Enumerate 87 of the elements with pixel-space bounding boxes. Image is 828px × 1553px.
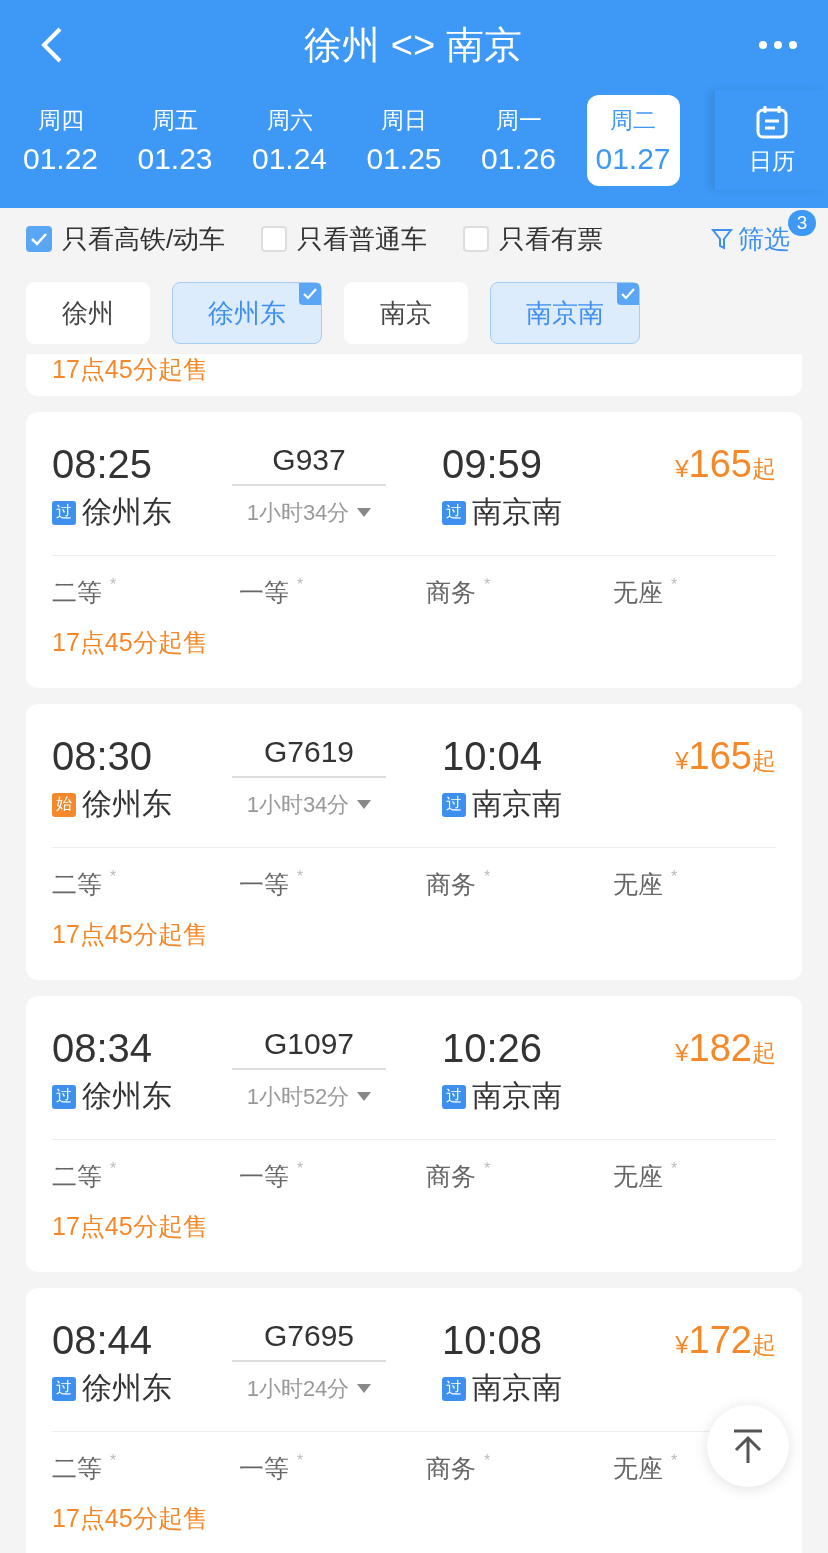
departure-time: 08:34 bbox=[52, 1026, 154, 1070]
filter-checkbox[interactable]: 只看高铁/动车 bbox=[26, 221, 226, 257]
station-name: 南京南 bbox=[472, 494, 562, 530]
station-name: 徐州东 bbox=[82, 1370, 172, 1406]
seat-class: 二等 * bbox=[52, 868, 118, 900]
duration-toggle[interactable]: 1小时34分 bbox=[232, 497, 386, 528]
filter-checkbox[interactable]: 只看有票 bbox=[463, 221, 604, 257]
sale-time: 17点45分起售 bbox=[52, 919, 209, 949]
page-title: 徐州 <> 南京 bbox=[304, 22, 522, 68]
filter-icon bbox=[710, 227, 734, 251]
seat-class: 一等 * bbox=[239, 868, 305, 900]
caret-icon bbox=[357, 1384, 372, 1393]
date-tab[interactable]: 周五 01.23 bbox=[128, 94, 222, 186]
price: ¥172起 bbox=[675, 1319, 776, 1362]
station-name: 徐州东 bbox=[82, 494, 172, 530]
station-name: 徐州东 bbox=[82, 786, 172, 822]
station-name: 南京南 bbox=[472, 1078, 562, 1114]
station-badge: 过 bbox=[442, 500, 466, 525]
arrival-time: 10:08 bbox=[442, 1318, 544, 1362]
caret-icon bbox=[357, 800, 372, 809]
train-card[interactable]: 08:25 G937 09:59 ¥165起 过 徐州东 1小时34分 过 南京南 二等 * 一等 * 商务 * 无座 * 17点45分起售 bbox=[26, 412, 802, 688]
duration-toggle[interactable]: 1小时24分 bbox=[232, 1373, 386, 1404]
sale-time: 17点45分起售 bbox=[52, 627, 209, 657]
price: ¥165起 bbox=[675, 735, 776, 778]
train-number: G7619 bbox=[262, 734, 356, 770]
station-name: 南京南 bbox=[472, 786, 562, 822]
station-badge: 过 bbox=[442, 1376, 466, 1401]
arrival-time: 09:59 bbox=[442, 442, 544, 486]
station-badge: 始 bbox=[52, 792, 76, 817]
station-badge: 过 bbox=[52, 1084, 76, 1109]
seat-class: 无座 * bbox=[613, 868, 679, 900]
departure-time: 08:25 bbox=[52, 442, 154, 486]
check-icon bbox=[617, 283, 639, 305]
duration-toggle[interactable]: 1小时34分 bbox=[232, 789, 386, 820]
station-chip[interactable]: 南京南 bbox=[490, 282, 640, 344]
seat-class: 商务 * bbox=[426, 1160, 492, 1192]
station-chip[interactable]: 南京 bbox=[344, 282, 468, 344]
departure-time: 08:44 bbox=[52, 1318, 154, 1362]
date-tab[interactable]: 周一 01.26 bbox=[472, 94, 565, 186]
seat-class: 二等 * bbox=[52, 576, 118, 608]
date-tab[interactable]: 周四 01.22 bbox=[14, 94, 107, 186]
check-icon bbox=[30, 232, 48, 246]
departure-time: 08:30 bbox=[52, 734, 154, 778]
station-badge: 过 bbox=[52, 1376, 76, 1401]
seat-class: 无座 * bbox=[613, 576, 679, 608]
calendar-button[interactable]: 日历 bbox=[715, 90, 828, 190]
arrival-time: 10:26 bbox=[442, 1026, 544, 1070]
seat-class: 二等 * bbox=[52, 1452, 118, 1484]
price: ¥165起 bbox=[675, 443, 776, 486]
train-card[interactable]: 08:44 G7695 10:08 ¥172起 过 徐州东 1小时24分 过 南京南 二等 * 一等 * 商务 * 无座 * 17点45分起售 bbox=[26, 1288, 802, 1553]
train-number: G937 bbox=[271, 442, 347, 478]
filter-checkbox[interactable]: 只看普通车 bbox=[261, 221, 428, 257]
seat-class: 商务 * bbox=[426, 868, 492, 900]
sale-time: 17点45分起售 bbox=[52, 1211, 209, 1241]
seat-class: 无座 * bbox=[613, 1160, 679, 1192]
seat-class: 一等 * bbox=[239, 576, 305, 608]
date-tab[interactable]: 周二 01.27 bbox=[586, 94, 680, 186]
seat-class: 二等 * bbox=[52, 1160, 118, 1192]
seat-class: 一等 * bbox=[239, 1452, 305, 1484]
train-card[interactable]: 08:34 G1097 10:26 ¥182起 过 徐州东 1小时52分 过 南京南 二等 * 一等 * 商务 * 无座 * 17点45分起售 bbox=[26, 996, 802, 1272]
sale-time: 17点45分起售 bbox=[52, 354, 208, 384]
station-badge: 过 bbox=[52, 500, 76, 525]
seat-class: 商务 * bbox=[426, 576, 492, 608]
station-badge: 过 bbox=[442, 1084, 466, 1109]
date-tab[interactable]: 周日 01.25 bbox=[357, 94, 451, 186]
train-number: G7695 bbox=[262, 1318, 356, 1354]
arrival-time: 10:04 bbox=[442, 734, 544, 778]
seat-class: 无座 * bbox=[613, 1452, 679, 1484]
seat-class: 一等 * bbox=[239, 1160, 305, 1192]
caret-icon bbox=[357, 1092, 372, 1101]
sale-time: 17点45分起售 bbox=[52, 1503, 209, 1533]
station-name: 南京南 bbox=[472, 1370, 562, 1406]
train-number: G1097 bbox=[262, 1026, 356, 1062]
count-badge: 3 bbox=[788, 209, 816, 236]
date-tab[interactable]: 周六 01.24 bbox=[243, 94, 336, 186]
check-icon bbox=[299, 283, 321, 305]
station-chip[interactable]: 徐州东 bbox=[172, 282, 322, 344]
seat-class: 商务 * bbox=[426, 1452, 492, 1484]
train-card[interactable]: 08:30 G7619 10:04 ¥165起 始 徐州东 1小时34分 过 南京南 二等 * 一等 * 商务 * 无座 * 17点45分起售 bbox=[26, 704, 802, 980]
price: ¥182起 bbox=[675, 1027, 776, 1070]
duration-toggle[interactable]: 1小时52分 bbox=[232, 1081, 386, 1112]
station-name: 徐州东 bbox=[82, 1078, 172, 1114]
station-chip[interactable]: 徐州 bbox=[26, 282, 150, 344]
more-icon[interactable] bbox=[758, 40, 798, 50]
caret-icon bbox=[357, 508, 372, 517]
train-card[interactable]: 17点45分起售 bbox=[26, 354, 802, 396]
station-badge: 过 bbox=[442, 792, 466, 817]
